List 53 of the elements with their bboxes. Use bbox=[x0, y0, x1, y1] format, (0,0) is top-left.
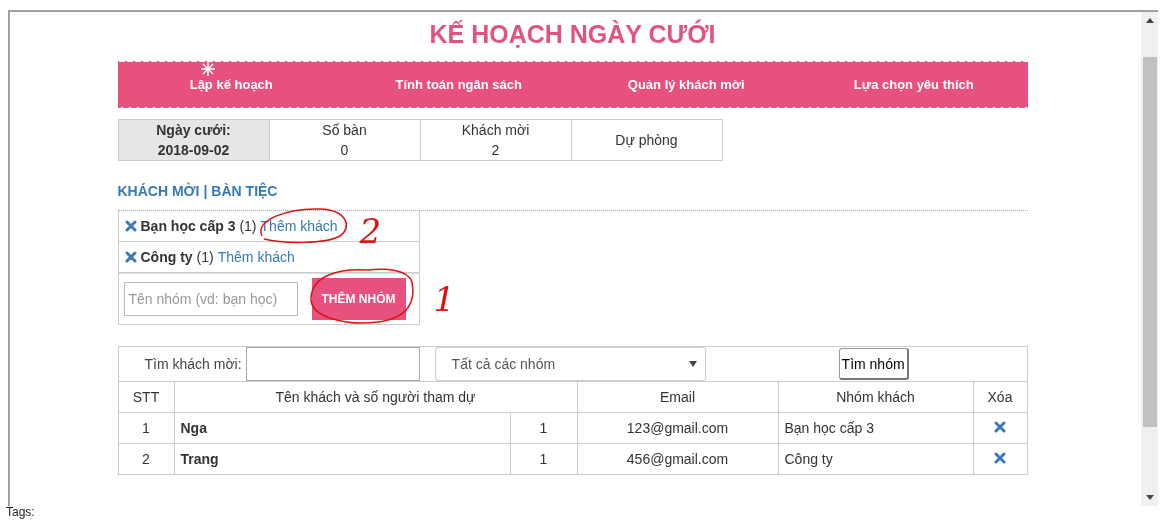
scroll-down-icon[interactable] bbox=[1145, 495, 1154, 500]
snowflake-icon bbox=[199, 61, 216, 77]
annotation-number: 2 bbox=[359, 214, 382, 248]
group-name-field[interactable]: Tên nhóm (vd: bạn học) bbox=[123, 282, 298, 316]
search-label: Tìm khách mời: bbox=[144, 356, 242, 372]
stat-value: 0 bbox=[340, 141, 349, 160]
section-link[interactable]: BÀN TIỆC bbox=[211, 183, 278, 199]
table-cell: Nga bbox=[174, 412, 510, 444]
column-header: Email bbox=[577, 381, 778, 413]
stat-value: 2 bbox=[491, 141, 500, 160]
caret-icon[interactable] bbox=[688, 361, 697, 367]
group-count: (1) bbox=[239, 218, 257, 234]
table-cell: 123@gmail.com bbox=[577, 412, 778, 444]
table-cell: Công ty bbox=[778, 443, 973, 475]
stat-label: Khách mời bbox=[461, 121, 530, 140]
nav-link[interactable]: Quản lý khách mời bbox=[627, 77, 745, 92]
search-button[interactable]: Tìm nhóm bbox=[838, 348, 909, 380]
table-cell: 456@gmail.com bbox=[577, 443, 778, 475]
tags-label: Tags: bbox=[6, 505, 35, 519]
stat-label: Dự phòng bbox=[615, 131, 678, 150]
nav-link[interactable]: Tính toán ngân sách bbox=[395, 77, 522, 92]
group-count: (1) bbox=[196, 249, 214, 265]
table-cell: 1 bbox=[510, 443, 577, 475]
annotation-number: 1 bbox=[433, 282, 456, 316]
column-header: STT bbox=[118, 381, 174, 413]
delete-icon[interactable] bbox=[124, 220, 137, 232]
stat-value: 2018-09-02 bbox=[157, 141, 230, 160]
column-header: Nhóm khách bbox=[778, 381, 973, 413]
column-header: Tên khách và số người tham dự bbox=[174, 381, 577, 413]
table-cell: Trang bbox=[174, 443, 510, 475]
add-guest-link[interactable]: Thêm khách bbox=[217, 249, 295, 265]
add-group-button[interactable]: THÊM NHÓM bbox=[311, 278, 406, 320]
table-cell: 1 bbox=[510, 412, 577, 444]
table-cell: 1 bbox=[118, 412, 174, 444]
stat-label: Số bàn bbox=[322, 121, 367, 140]
search-field[interactable] bbox=[245, 347, 420, 381]
scrollbar[interactable] bbox=[1141, 12, 1158, 506]
column-header: Xóa bbox=[973, 381, 1027, 413]
group-name: Bạn học cấp 3 bbox=[140, 218, 236, 234]
nav-link[interactable]: Lập kế hoạch bbox=[189, 77, 273, 92]
page-title: KẾ HOẠCH NGÀY CƯỚI bbox=[428, 20, 717, 49]
group-select[interactable]: Tất cả các nhóm bbox=[434, 347, 706, 381]
scroll-up-icon[interactable] bbox=[1145, 18, 1154, 23]
delete-icon[interactable] bbox=[994, 452, 1006, 464]
nav-link[interactable]: Lựa chọn yêu thích bbox=[853, 77, 974, 92]
stat-label: Ngày cưới: bbox=[156, 121, 231, 140]
table-cell: 2 bbox=[118, 443, 174, 475]
section-link[interactable]: KHÁCH MỜI bbox=[117, 183, 200, 199]
table-cell: Bạn học cấp 3 bbox=[778, 412, 973, 444]
group-name: Công ty bbox=[140, 249, 193, 265]
separator: | bbox=[203, 183, 208, 199]
delete-icon[interactable] bbox=[124, 251, 137, 263]
delete-icon[interactable] bbox=[994, 421, 1006, 433]
